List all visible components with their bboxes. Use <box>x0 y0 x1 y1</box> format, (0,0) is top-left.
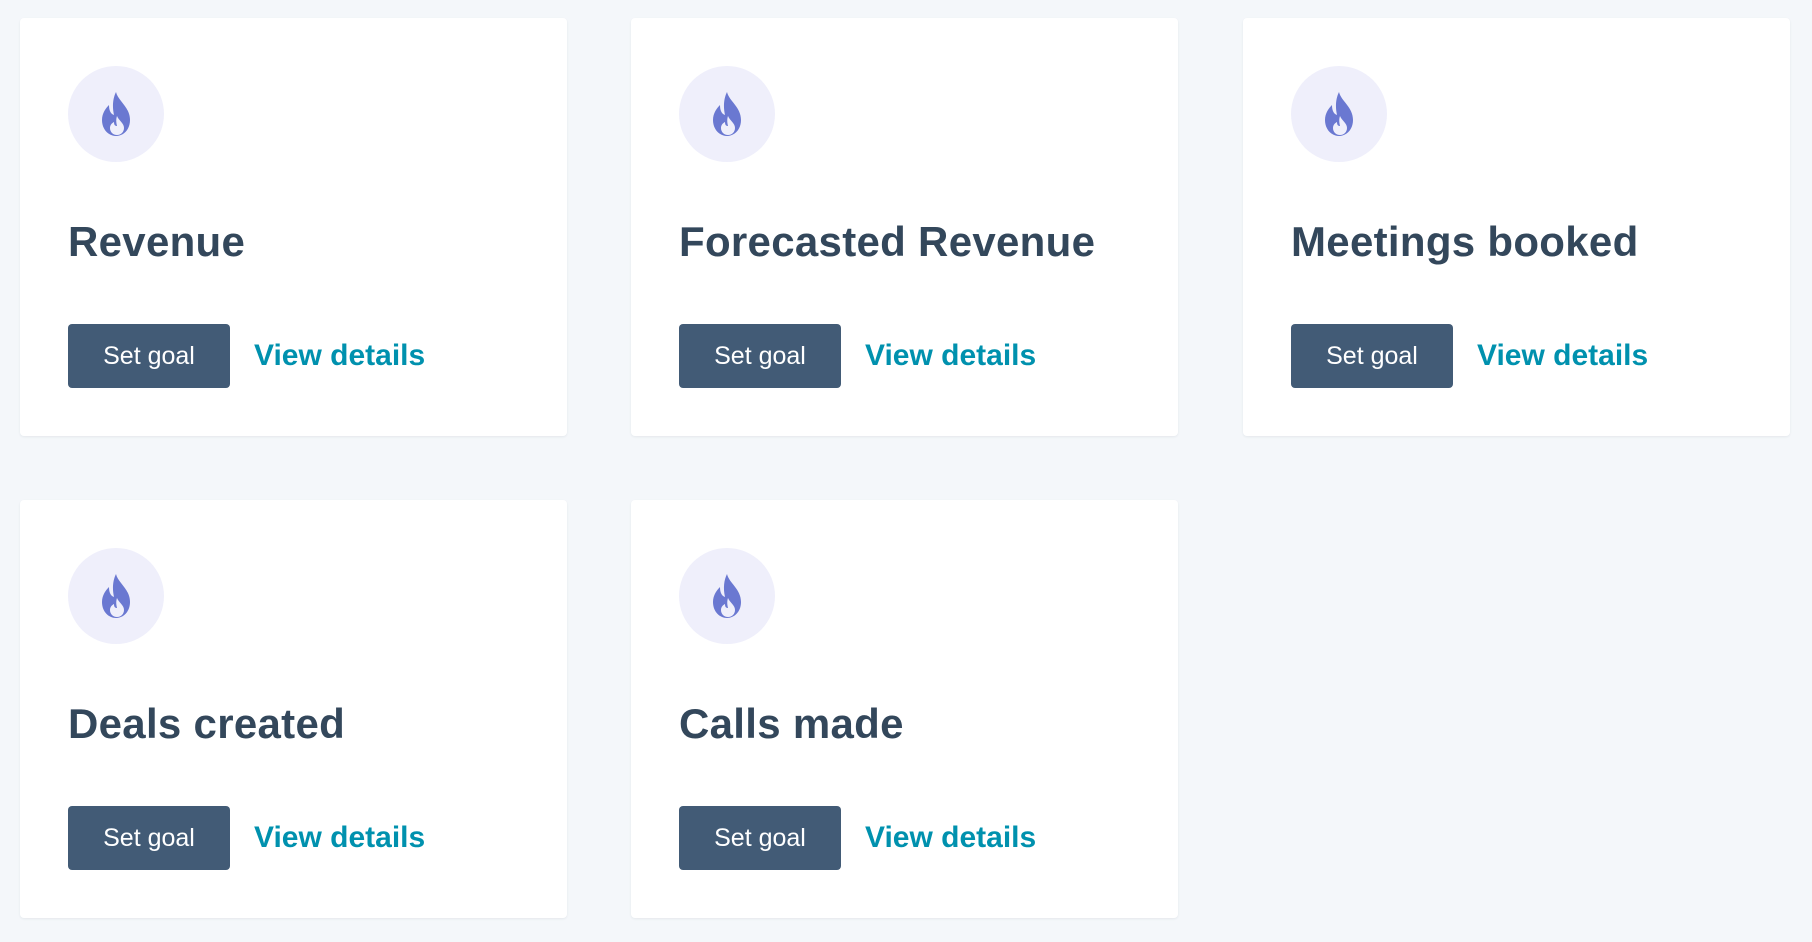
flame-icon <box>713 574 741 618</box>
set-goal-button[interactable]: Set goal <box>679 806 841 870</box>
goal-card-meetings-booked: Meetings booked Set goal View details <box>1243 18 1790 436</box>
card-title: Revenue <box>68 218 246 265</box>
card-title: Meetings booked <box>1291 218 1639 265</box>
card-title: Forecasted Revenue <box>679 218 1096 265</box>
set-goal-button[interactable]: Set goal <box>1291 324 1453 388</box>
flame-icon-badge <box>679 66 775 162</box>
flame-icon-badge <box>1291 66 1387 162</box>
card-title: Deals created <box>68 700 346 747</box>
goal-card-revenue: Revenue Set goal View details <box>20 18 567 436</box>
set-goal-button[interactable]: Set goal <box>679 324 841 388</box>
view-details-link[interactable]: View details <box>865 806 1036 870</box>
flame-icon <box>713 92 741 136</box>
view-details-link[interactable]: View details <box>1477 324 1648 388</box>
flame-icon-badge <box>679 548 775 644</box>
goal-card-calls-made: Calls made Set goal View details <box>631 500 1178 918</box>
set-goal-button[interactable]: Set goal <box>68 324 230 388</box>
view-details-link[interactable]: View details <box>254 806 425 870</box>
flame-icon <box>102 92 130 136</box>
goal-cards-grid: Revenue Set goal View details Forecasted… <box>0 0 1812 942</box>
flame-icon-badge <box>68 548 164 644</box>
goal-card-forecasted-revenue: Forecasted Revenue Set goal View details <box>631 18 1178 436</box>
card-title: Calls made <box>679 700 904 747</box>
view-details-link[interactable]: View details <box>254 324 425 388</box>
goal-card-deals-created: Deals created Set goal View details <box>20 500 567 918</box>
flame-icon-badge <box>68 66 164 162</box>
flame-icon <box>102 574 130 618</box>
view-details-link[interactable]: View details <box>865 324 1036 388</box>
flame-icon <box>1325 92 1353 136</box>
set-goal-button[interactable]: Set goal <box>68 806 230 870</box>
